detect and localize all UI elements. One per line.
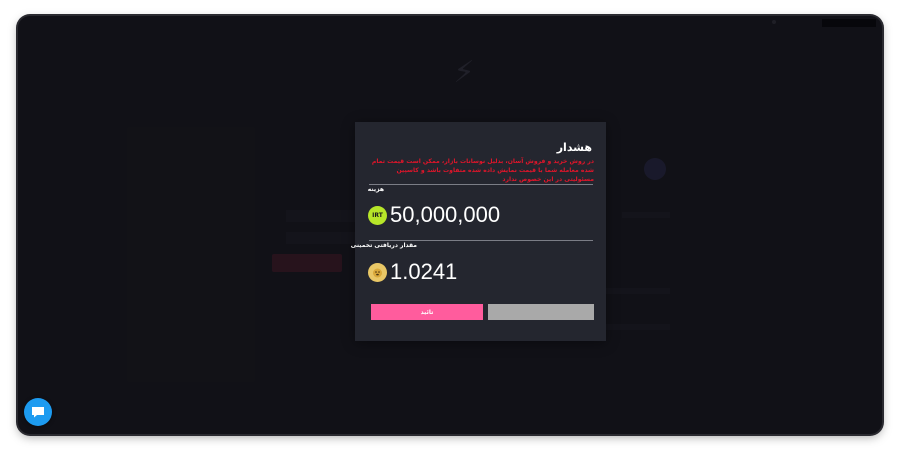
cost-amount: 50,000,000	[390, 202, 501, 227]
chat-button[interactable]	[24, 398, 52, 426]
doge-coin-icon	[368, 262, 387, 282]
estimated-row: 1.0241	[368, 259, 457, 285]
cancel-button[interactable]	[488, 304, 594, 320]
dialog-title: هشدار	[556, 141, 592, 154]
doge-face-icon	[373, 268, 382, 277]
warning-message: در روش خرید و فروش آسان، بدلیل نوسانات ب…	[371, 158, 594, 183]
cost-label: هزینه	[367, 186, 384, 193]
chat-icon	[32, 407, 44, 418]
app-window: ⚡ هشدار در روش خرید و فروش آسان، بدلیل ن…	[18, 16, 882, 434]
cost-row: IRT 50,000,000	[368, 202, 500, 228]
warning-dialog: هشدار در روش خرید و فروش آسان، بدلیل نوس…	[351, 122, 606, 341]
estimated-label: مقدار دریافتی تخمینی	[350, 242, 417, 249]
coin-currency-label: IRT	[372, 211, 383, 219]
confirm-button[interactable]: تائید	[371, 304, 483, 320]
divider	[369, 184, 593, 185]
divider	[369, 240, 593, 241]
estimated-amount: 1.0241	[390, 259, 458, 284]
irt-coin-icon: IRT	[368, 205, 387, 225]
